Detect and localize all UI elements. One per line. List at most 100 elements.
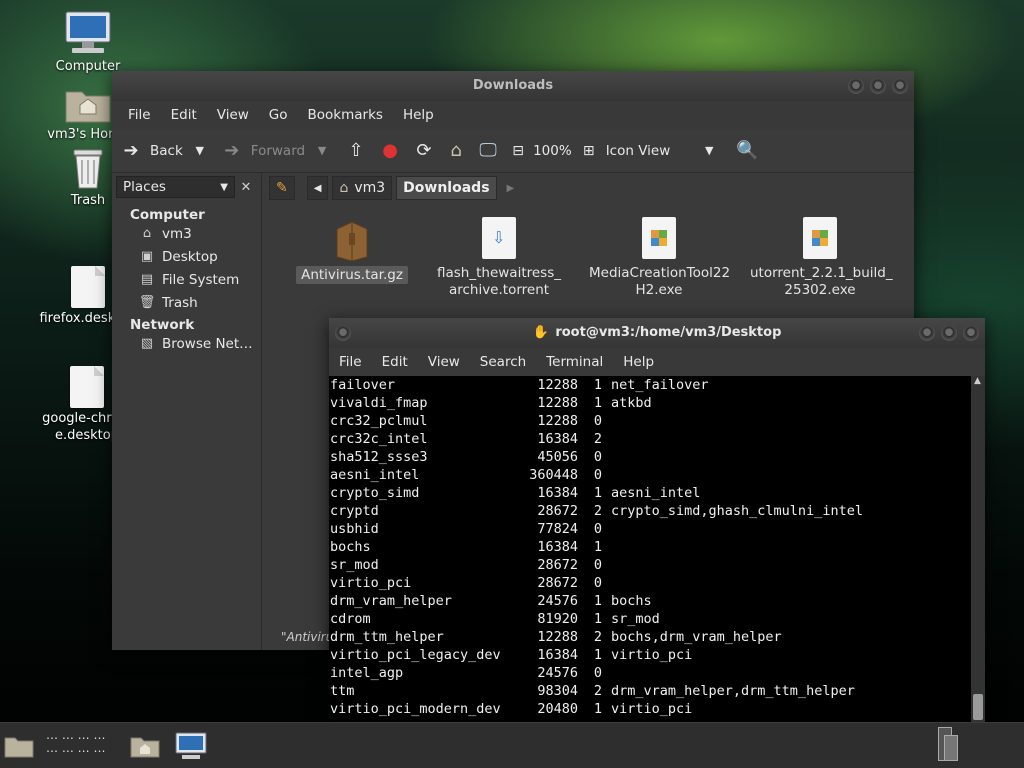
menu-file[interactable]: File: [329, 354, 372, 370]
module-used-by: drm_vram_helper,drm_ttm_helper: [611, 683, 855, 699]
file-item-antivirus[interactable]: Antivirus.tar.gz: [282, 219, 422, 284]
network-icon: ▧: [140, 336, 154, 351]
back-button[interactable]: ➔ Back ▼: [120, 140, 211, 162]
window-list-indicator[interactable]: [938, 727, 958, 761]
zoom-in-icon[interactable]: ⊞: [578, 140, 600, 162]
reload-icon[interactable]: ⟳: [413, 140, 435, 162]
file-item-mediacreationtool[interactable]: MediaCreationTool22 H2.exe: [589, 217, 730, 299]
terminal-line: virtio_pci_legacy_dev 16384 1 virtio_pci: [330, 646, 971, 664]
stop-icon[interactable]: ●: [379, 140, 401, 162]
view-mode-select[interactable]: Icon View ▼: [606, 140, 721, 162]
scroll-up-icon[interactable]: ▲: [974, 376, 981, 386]
module-size: 98304: [537, 683, 578, 699]
terminal-line: crypto_simd 16384 1 aesni_intel: [330, 484, 971, 502]
module-name: ttm: [330, 683, 355, 699]
computer-icon[interactable]: 🖵: [477, 140, 499, 162]
module-name: intel_agp: [330, 665, 404, 681]
chevron-down-icon[interactable]: ▼: [311, 140, 333, 162]
window-menu-button[interactable]: [335, 325, 351, 341]
sidebar-item-browse-network[interactable]: ▧ Browse Net…: [112, 333, 261, 356]
chevron-down-icon[interactable]: ▼: [189, 140, 211, 162]
breadcrumb-label: vm3: [354, 180, 386, 196]
taskbar-terminal[interactable]: [174, 729, 208, 763]
module-used-by: atkbd: [611, 395, 652, 411]
file-item-label: flash_thewaitress_: [436, 265, 561, 281]
zoom-out-icon[interactable]: ⊟: [507, 140, 529, 162]
show-desktop-button[interactable]: [4, 729, 34, 763]
sidebar-item-trash[interactable]: 🗑 Trash: [112, 292, 261, 315]
maximize-button[interactable]: [870, 78, 886, 94]
module-used-by: virtio_pci: [611, 647, 693, 663]
desktop-icon-computer[interactable]: Computer: [38, 10, 138, 75]
sidebar-item-label: Browse Net…: [162, 336, 253, 352]
home-folder-icon: ⌂: [142, 226, 152, 241]
up-arrow-icon[interactable]: ⇧: [345, 140, 367, 162]
module-size: 28672: [537, 557, 578, 573]
module-name: crc32_pclmul: [330, 413, 428, 429]
maximize-button[interactable]: [941, 325, 957, 341]
module-name: virtio_pci_modern_dev: [330, 701, 501, 717]
menu-search[interactable]: Search: [470, 354, 536, 370]
menu-file[interactable]: File: [118, 107, 161, 123]
sidebar-item-desktop[interactable]: ▣ Desktop: [112, 246, 261, 269]
module-used-count: 1: [593, 377, 602, 393]
breadcrumb-vm3[interactable]: ⌂ vm3: [332, 176, 393, 200]
places-select[interactable]: Places ▼: [116, 176, 235, 198]
chevron-right-icon[interactable]: ▶: [507, 183, 515, 194]
module-used-by: [602, 466, 611, 484]
close-button[interactable]: [963, 325, 979, 341]
search-icon[interactable]: 🔍: [736, 140, 758, 162]
module-size: 24576: [537, 593, 578, 609]
menu-edit[interactable]: Edit: [161, 107, 207, 123]
menu-bookmarks[interactable]: Bookmarks: [298, 107, 393, 123]
path-scroll-left-button[interactable]: ◀: [306, 176, 329, 200]
module-used-count: 2: [593, 431, 602, 447]
module-used-by: bochs: [611, 593, 652, 609]
module-size: 12288: [537, 395, 578, 411]
module-name: crypto_simd: [330, 485, 420, 501]
menu-edit[interactable]: Edit: [372, 354, 418, 370]
menu-view[interactable]: View: [207, 107, 259, 123]
sidebar-group-network: Network: [130, 317, 195, 333]
home-folder-icon: [130, 737, 160, 758]
forward-label: Forward: [250, 142, 306, 159]
file-manager-titlebar[interactable]: Downloads: [112, 71, 914, 101]
menu-help[interactable]: Help: [393, 107, 444, 123]
terminal-menubar: File Edit View Search Terminal Help: [329, 348, 985, 376]
menu-terminal[interactable]: Terminal: [536, 354, 613, 370]
home-folder-icon[interactable]: ⌂: [445, 140, 467, 162]
module-size: 81920: [537, 611, 578, 627]
module-name: cdrom: [330, 611, 371, 627]
file-item-flash-torrent[interactable]: ⇩ flash_thewaitress_ archive.torrent: [429, 217, 569, 299]
module-name: virtio_pci: [330, 575, 412, 591]
terminal-titlebar[interactable]: ✋ root@vm3:/home/vm3/Desktop: [329, 318, 985, 348]
taskbar-file-manager[interactable]: [130, 729, 160, 763]
menu-help[interactable]: Help: [613, 354, 664, 370]
trash-icon: 🗑: [138, 295, 156, 310]
minimize-button[interactable]: [848, 78, 864, 94]
module-used-count: 0: [593, 467, 602, 483]
minimize-button[interactable]: [919, 325, 935, 341]
scrollbar-thumb[interactable]: [973, 694, 983, 720]
module-size: 20480: [537, 701, 578, 717]
file-item-utorrent[interactable]: utorrent_2.2.1_build_ 25302.exe: [750, 217, 893, 299]
breadcrumb-downloads[interactable]: Downloads: [396, 176, 497, 200]
terminal-scrollbar[interactable]: ▲: [971, 376, 985, 722]
module-name: drm_vram_helper: [330, 593, 452, 609]
edit-location-button[interactable]: ✎: [269, 176, 295, 200]
close-button[interactable]: [892, 78, 908, 94]
sidebar-item-file-system[interactable]: ▤ File System: [112, 269, 261, 292]
torrent-icon: ⇩: [482, 217, 516, 259]
chevron-left-icon: ◀: [313, 182, 322, 194]
sidebar-item-vm3[interactable]: ⌂ vm3: [112, 223, 261, 246]
menu-view[interactable]: View: [418, 354, 470, 370]
module-used-count: 0: [593, 575, 602, 591]
terminal-output[interactable]: failover 12288 1 net_failover vivaldi_fmap 12…: [329, 376, 971, 722]
module-used-count: 1: [593, 593, 602, 609]
menu-go[interactable]: Go: [259, 107, 298, 123]
module-used-by: [602, 664, 611, 682]
forward-button[interactable]: ➔ Forward ▼: [221, 140, 333, 162]
close-icon[interactable]: ✕: [235, 180, 257, 195]
workspace-switcher[interactable]: … … … … … … … …: [46, 729, 105, 763]
places-header: Places ▼ ✕: [112, 173, 261, 201]
